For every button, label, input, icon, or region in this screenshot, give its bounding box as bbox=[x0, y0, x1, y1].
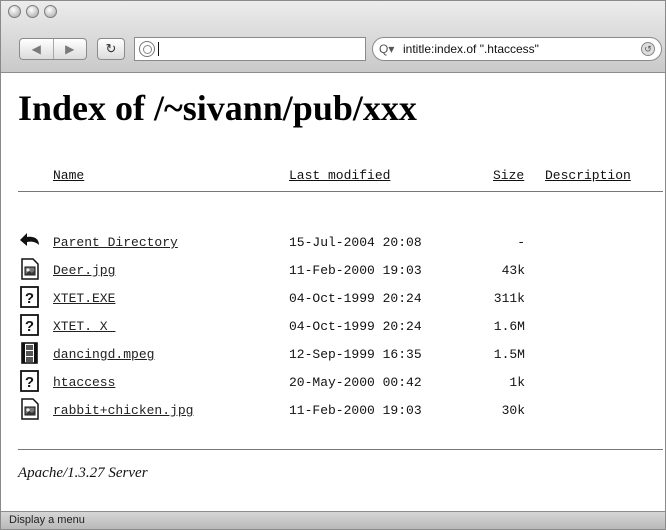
file-link[interactable]: XTET.EXE bbox=[53, 291, 115, 306]
footer-divider bbox=[18, 449, 663, 450]
file-size: 1.6M bbox=[493, 319, 525, 334]
browser-window: ◀ ▶ ↻ Q▾ intitle:index.of ".htaccess" ↺ … bbox=[0, 0, 666, 530]
file-date: 11-Feb-2000 19:03 bbox=[289, 403, 422, 418]
forward-button[interactable]: ▶ bbox=[52, 39, 87, 59]
file-link[interactable]: Deer.jpg bbox=[53, 263, 115, 278]
column-header-size[interactable]: Size bbox=[493, 168, 524, 183]
svg-text:?: ? bbox=[25, 318, 34, 335]
video-file-icon bbox=[21, 342, 38, 364]
server-signature: Apache/1.3.27 Server bbox=[18, 465, 148, 481]
search-field[interactable]: Q▾ intitle:index.of ".htaccess" ↺ bbox=[372, 37, 662, 61]
table-row: ? htaccess 20-May-2000 00:42 1k bbox=[1, 368, 665, 396]
zoom-window-button[interactable] bbox=[44, 5, 57, 18]
file-link[interactable]: Parent Directory bbox=[53, 235, 178, 250]
back-arrow-icon: ◀ bbox=[31, 42, 41, 56]
file-date: 11-Feb-2000 19:03 bbox=[289, 263, 422, 278]
header-divider bbox=[18, 191, 663, 192]
browser-toolbar: ◀ ▶ ↻ Q▾ intitle:index.of ".htaccess" ↺ bbox=[1, 1, 665, 73]
file-link[interactable]: rabbit+chicken.jpg bbox=[53, 403, 193, 418]
site-icon bbox=[139, 41, 155, 57]
svg-text:?: ? bbox=[25, 290, 34, 307]
navigation-buttons: ◀ ▶ bbox=[19, 38, 87, 60]
column-header-last-modified[interactable]: Last modified bbox=[289, 168, 390, 183]
search-input[interactable]: intitle:index.of ".htaccess" bbox=[403, 42, 641, 56]
text-cursor bbox=[158, 42, 159, 56]
file-size: 1k bbox=[509, 375, 525, 390]
table-row: ? XTET.EXE 04-Oct-1999 20:24 311k bbox=[1, 284, 665, 312]
search-snapback-icon[interactable]: ↺ bbox=[641, 42, 655, 56]
file-size: 311k bbox=[493, 291, 525, 306]
back-button[interactable]: ◀ bbox=[20, 39, 53, 59]
file-link[interactable]: htaccess bbox=[53, 375, 115, 390]
file-date: 12-Sep-1999 16:35 bbox=[289, 347, 422, 362]
status-text: Display a menu bbox=[9, 514, 85, 526]
file-size: 1.5M bbox=[493, 347, 525, 362]
table-row: rabbit+chicken.jpg 11-Feb-2000 19:03 30k bbox=[1, 396, 665, 424]
minimize-window-button[interactable] bbox=[26, 5, 39, 18]
image-file-icon bbox=[21, 258, 39, 280]
file-date: 15-Jul-2004 20:08 bbox=[289, 235, 422, 250]
file-date: 04-Oct-1999 20:24 bbox=[289, 291, 422, 306]
file-link[interactable]: XTET._X_ bbox=[53, 319, 115, 334]
file-link[interactable]: dancingd.mpeg bbox=[53, 347, 154, 362]
image-file-icon bbox=[21, 398, 39, 420]
status-bar: Display a menu bbox=[1, 511, 665, 529]
unknown-file-icon: ? bbox=[20, 370, 39, 392]
back-arrow-icon bbox=[20, 233, 39, 246]
file-size: 30k bbox=[501, 403, 525, 418]
column-header-name[interactable]: Name bbox=[53, 168, 84, 183]
file-size: - bbox=[517, 235, 525, 250]
file-date: 04-Oct-1999 20:24 bbox=[289, 319, 422, 334]
search-icon[interactable]: Q▾ bbox=[379, 42, 403, 56]
table-row: dancingd.mpeg 12-Sep-1999 16:35 1.5M bbox=[1, 340, 665, 368]
unknown-file-icon: ? bbox=[20, 314, 39, 336]
window-controls bbox=[8, 5, 57, 18]
unknown-file-icon: ? bbox=[20, 286, 39, 308]
file-size: 43k bbox=[501, 263, 525, 278]
page-title: Index of /~sivann/pub/xxx bbox=[18, 88, 417, 128]
table-row: Parent Directory 15-Jul-2004 20:08 - bbox=[1, 228, 665, 256]
svg-text:?: ? bbox=[25, 374, 34, 391]
close-window-button[interactable] bbox=[8, 5, 21, 18]
page-content: Index of /~sivann/pub/xxx Name Last modi… bbox=[1, 74, 665, 511]
forward-arrow-icon: ▶ bbox=[65, 42, 75, 56]
reload-icon: ↻ bbox=[105, 41, 117, 56]
file-date: 20-May-2000 00:42 bbox=[289, 375, 422, 390]
table-row: Deer.jpg 11-Feb-2000 19:03 43k bbox=[1, 256, 665, 284]
reload-button[interactable]: ↻ bbox=[97, 38, 125, 60]
column-header-description[interactable]: Description bbox=[545, 168, 631, 183]
table-row: ? XTET._X_ 04-Oct-1999 20:24 1.6M bbox=[1, 312, 665, 340]
address-bar[interactable] bbox=[134, 37, 366, 61]
